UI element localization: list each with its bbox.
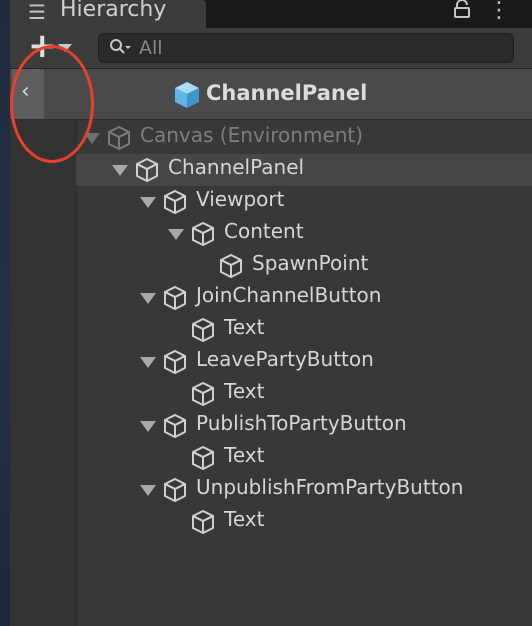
prefab-title: ChannelPanel (206, 81, 368, 105)
gameobject-cube-icon (162, 349, 188, 375)
more-options-icon[interactable]: ⋮ (488, 0, 510, 23)
search-icon (109, 37, 131, 61)
tree-row[interactable]: Text (76, 442, 532, 474)
tree-gutter (10, 120, 77, 626)
hierarchy-toolbar: + (10, 26, 532, 69)
tree-row-label: ChannelPanel (168, 155, 305, 179)
tree-row-label: SpawnPoint (252, 251, 369, 275)
tree-row-label: Text (224, 507, 265, 531)
gameobject-cube-icon (134, 157, 160, 183)
gameobject-cube-icon (190, 381, 216, 407)
tab-hierarchy[interactable]: ☰ Hierarchy (10, 0, 206, 28)
hierarchy-tree: Canvas (Environment) ChannelPanel Viewport… (10, 120, 532, 626)
gameobject-cube-icon (218, 253, 244, 279)
expand-arrow-icon[interactable] (140, 421, 156, 432)
tree-row-label: Text (224, 379, 265, 403)
tree-row[interactable]: Canvas (Environment) (76, 122, 532, 154)
tree-row[interactable]: PublishToPartyButton (76, 410, 532, 442)
gameobject-cube-icon (162, 285, 188, 311)
lock-icon[interactable] (452, 0, 472, 23)
expand-arrow-icon[interactable] (112, 165, 128, 176)
gameobject-cube-icon (190, 317, 216, 343)
tree-row-label: Text (224, 443, 265, 467)
tree-row-label: Content (224, 219, 304, 243)
tree-row-label: JoinChannelButton (196, 283, 382, 307)
tree-row[interactable]: Text (76, 378, 532, 410)
tree-row-label: Viewport (196, 187, 285, 211)
tree-row[interactable]: LeavePartyButton (76, 346, 532, 378)
tree-row[interactable]: Text (76, 506, 532, 538)
tree-row[interactable]: UnpublishFromPartyButton (76, 474, 532, 506)
scene-background-strip (0, 0, 10, 626)
gameobject-cube-icon (190, 221, 216, 247)
tab-title: Hierarchy (60, 0, 167, 22)
tree-row[interactable]: ChannelPanel (76, 154, 532, 186)
expand-arrow-icon[interactable] (140, 293, 156, 304)
tab-bar: ☰ Hierarchy ⋮ (10, 0, 532, 28)
expand-arrow-icon[interactable] (140, 485, 156, 496)
expand-arrow-icon[interactable] (140, 357, 156, 368)
tree-row[interactable]: Content (76, 218, 532, 250)
tree-row-label: Text (224, 315, 265, 339)
hierarchy-panel: ☰ Hierarchy ⋮ + All ‹ ChannelPanel Canva… (10, 0, 532, 626)
search-input[interactable] (137, 35, 501, 61)
prefab-cube-icon (172, 80, 202, 114)
annotation-circle (10, 45, 94, 163)
gameobject-cube-icon (106, 125, 132, 151)
tree-row[interactable]: Text (76, 314, 532, 346)
tree-row-label: Canvas (Environment) (140, 123, 364, 147)
hierarchy-list-icon: ☰ (28, 0, 46, 24)
gameobject-cube-icon (190, 509, 216, 535)
search-field[interactable] (98, 33, 514, 63)
gameobject-cube-icon (162, 413, 188, 439)
tree-row[interactable]: SpawnPoint (76, 250, 532, 282)
tree-row-label: UnpublishFromPartyButton (196, 475, 464, 499)
gameobject-cube-icon (162, 477, 188, 503)
tree-row[interactable]: JoinChannelButton (76, 282, 532, 314)
tree-row-label: LeavePartyButton (196, 347, 374, 371)
tree-row[interactable]: Viewport (76, 186, 532, 218)
tree-row-label: PublishToPartyButton (196, 411, 407, 435)
expand-arrow-icon[interactable] (168, 229, 184, 240)
gameobject-cube-icon (190, 445, 216, 471)
expand-arrow-icon[interactable] (140, 197, 156, 208)
gameobject-cube-icon (162, 189, 188, 215)
